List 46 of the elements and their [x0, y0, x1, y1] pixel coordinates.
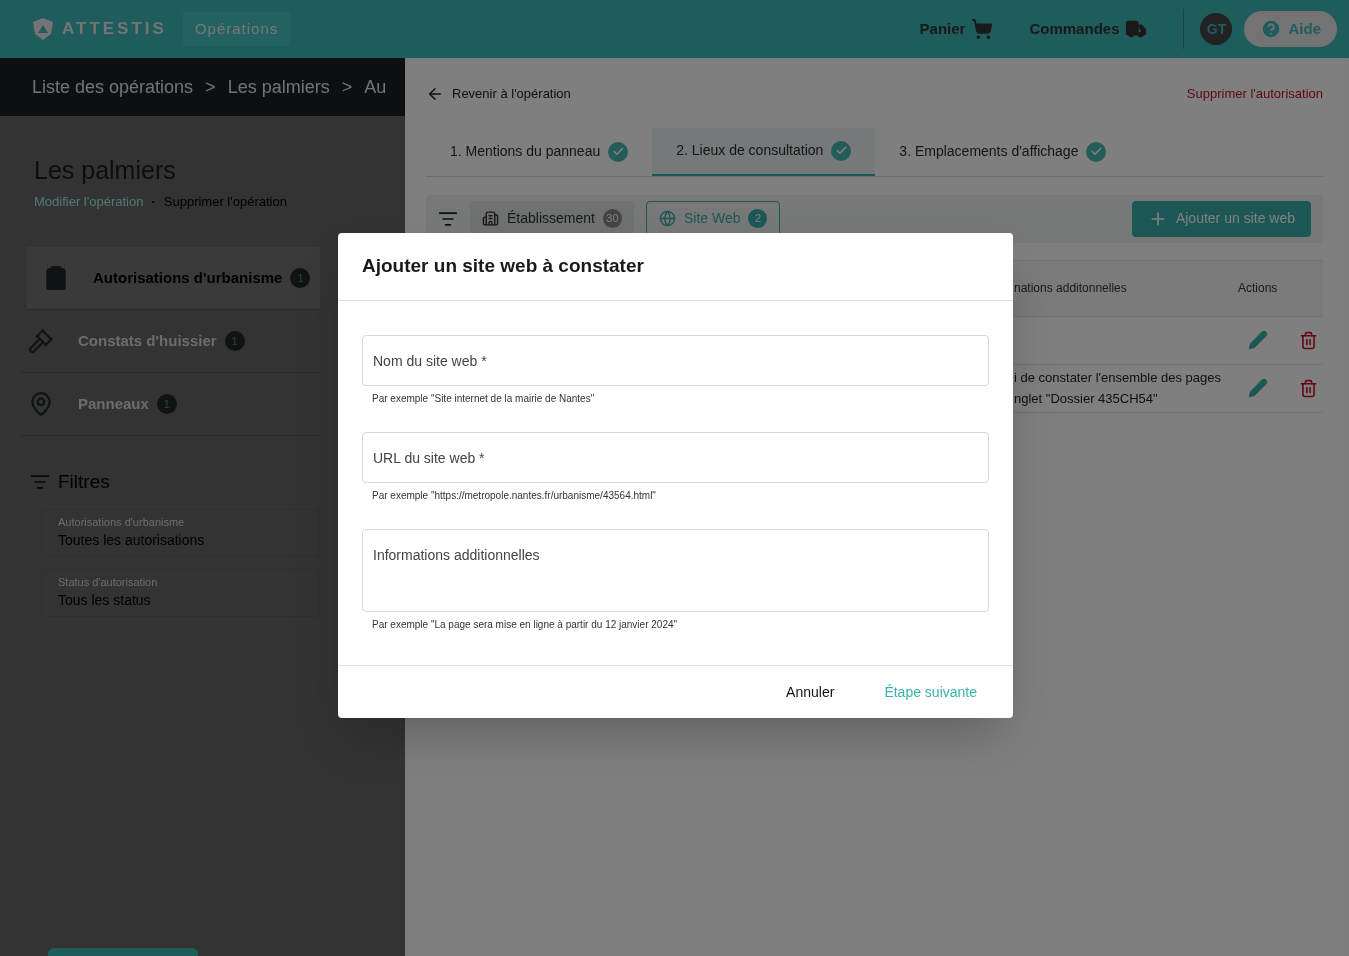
sidebar-item-icon: [28, 328, 54, 354]
edit-icon[interactable]: [1248, 378, 1268, 398]
table-cell-text: nglet "Dossier 435CH54": [1014, 390, 1159, 408]
back-link[interactable]: Revenir à l'opération: [426, 84, 571, 104]
delete-icon[interactable]: [1299, 378, 1318, 398]
building-icon: [482, 210, 499, 227]
field-hint: Par exemple "https://metropole.nantes.fr/urbanisme/43564.html": [372, 489, 657, 503]
breadcrumb-link[interactable]: Au: [364, 73, 387, 101]
sidebar-button[interactable]: [48, 948, 198, 956]
input-field[interactable]: Nom du site web *: [362, 335, 989, 386]
step-tab[interactable]: 1. Mentions du panneau: [426, 127, 653, 176]
cart-icon: [971, 18, 994, 40]
link-separator: ·: [151, 192, 156, 211]
sidebar-item-icon: [43, 265, 69, 291]
step-tab[interactable]: 3. Emplacements d'affichage: [875, 127, 1131, 176]
breadcrumb-separator: >: [205, 75, 216, 99]
breadcrumb-link[interactable]: Liste des opérations: [32, 73, 194, 101]
edit-operation-link[interactable]: Modifier l'opération: [34, 191, 144, 211]
dialog-title: Ajouter un site web à constater: [338, 233, 1013, 301]
help-button[interactable]: Aide: [1244, 11, 1337, 47]
input-field[interactable]: URL du site web *: [362, 432, 989, 483]
delete-authorization-link[interactable]: Supprimer l'autorisation: [1186, 84, 1323, 104]
truck-icon: [1125, 18, 1148, 40]
column-header: nations additonnelles: [1014, 280, 1128, 297]
step-tab[interactable]: 2. Lieux de consultation: [652, 127, 876, 176]
cancel-button[interactable]: Annuler: [774, 677, 847, 707]
sidebar-item-icon: [28, 391, 54, 417]
nav-tab[interactable]: Opérations: [182, 11, 291, 47]
field-hint: Par exemple "Site internet de la mairie de Nantes": [372, 392, 596, 406]
nav-link[interactable]: Panier: [919, 17, 994, 41]
globe-icon: [658, 210, 676, 227]
edit-icon[interactable]: [1248, 330, 1268, 350]
shield-logo-icon: [32, 17, 54, 41]
table-cell-text: i de constater l'ensemble des pages: [1014, 369, 1222, 387]
breadcrumb-separator: >: [341, 75, 353, 99]
breadcrumb-link[interactable]: Les palmiers: [227, 73, 330, 101]
delete-icon[interactable]: [1299, 330, 1318, 350]
next-step-button[interactable]: Étape suivante: [872, 677, 989, 707]
user-avatar[interactable]: GT: [1200, 13, 1233, 45]
column-header: Actions: [1238, 280, 1278, 297]
brand-name: ATTESTIS: [62, 18, 167, 41]
text-area[interactable]: Informations additionnelles: [362, 529, 989, 612]
field-hint: Par exemple "La page sera mise en ligne à partir du 12 janvier 2024": [372, 618, 679, 632]
help-icon: [1260, 18, 1283, 40]
add-website-button[interactable]: Ajouter un site web: [1131, 200, 1311, 237]
nav-link[interactable]: Commandes: [1029, 17, 1148, 41]
